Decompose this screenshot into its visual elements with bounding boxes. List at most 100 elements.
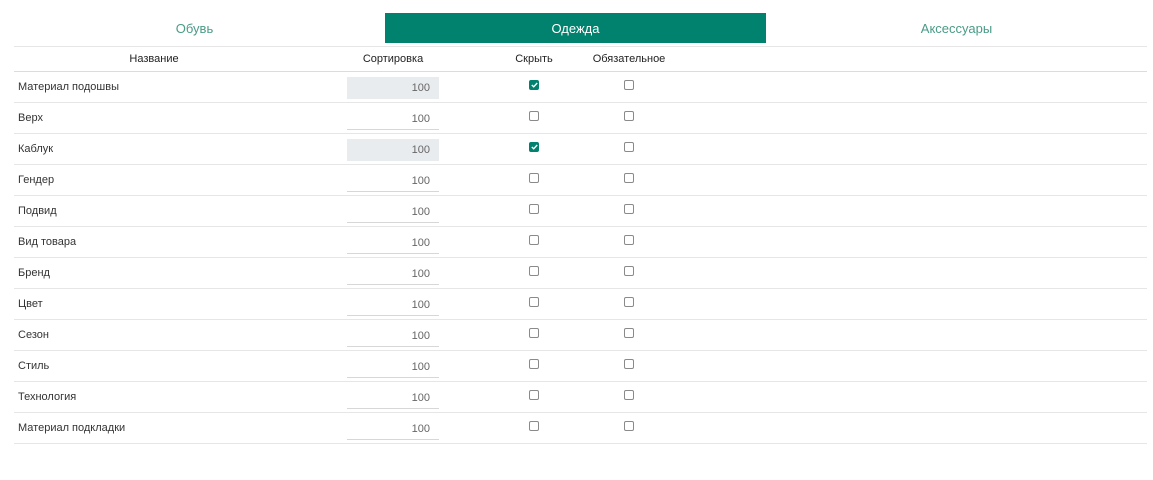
required-checkbox[interactable] — [624, 297, 634, 307]
attributes-table: Название Сортировка Скрыть Обязательное … — [14, 46, 1147, 444]
required-cell — [579, 382, 679, 412]
check-icon — [530, 82, 538, 88]
table-row: Гендер 100 — [14, 165, 1147, 196]
hide-checkbox[interactable] — [529, 204, 539, 214]
tab-accessories[interactable]: Аксессуары — [766, 13, 1147, 43]
attribute-name-cell: Верх — [14, 103, 294, 133]
table-row: Вид товара 100 — [14, 227, 1147, 258]
attribute-name: Материал подкладки — [18, 422, 126, 434]
attribute-name-cell: Подвид — [14, 196, 294, 226]
required-cell — [579, 103, 679, 133]
table-row: Сезон 100 — [14, 320, 1147, 351]
hide-checkbox[interactable] — [529, 173, 539, 183]
tab-clothing[interactable]: Одежда — [385, 13, 766, 43]
attribute-name: Вид товара — [18, 236, 77, 248]
tab-shoes[interactable]: Обувь — [4, 13, 385, 43]
sort-order-input[interactable]: 100 — [347, 201, 439, 223]
attribute-name-cell: Гендер — [14, 165, 294, 195]
attribute-name-cell: Стиль — [14, 351, 294, 381]
hide-cell — [514, 72, 554, 102]
sort-cell: 100 — [347, 165, 439, 195]
attribute-name: Каблук — [18, 143, 54, 155]
required-checkbox[interactable] — [624, 142, 634, 152]
required-checkbox[interactable] — [624, 111, 634, 121]
table-row: Бренд 100 — [14, 258, 1147, 289]
table-header: Название Сортировка Скрыть Обязательное — [14, 46, 1147, 72]
hide-cell — [514, 351, 554, 381]
sort-order-input[interactable]: 100 — [347, 325, 439, 347]
required-cell — [579, 134, 679, 164]
hide-cell — [514, 289, 554, 319]
sort-order-input[interactable]: 100 — [347, 232, 439, 254]
sort-order-input[interactable]: 100 — [347, 356, 439, 378]
hide-cell — [514, 258, 554, 288]
column-header-sort: Сортировка — [362, 53, 424, 65]
sort-cell: 100 — [347, 196, 439, 226]
hide-cell — [514, 196, 554, 226]
hide-cell — [514, 320, 554, 350]
category-tabs: Обувь Одежда Аксессуары — [4, 13, 1147, 43]
hide-checkbox[interactable] — [529, 297, 539, 307]
sort-order-input[interactable]: 100 — [347, 108, 439, 130]
required-checkbox[interactable] — [624, 80, 634, 90]
sort-order-input[interactable]: 100 — [347, 294, 439, 316]
hide-checkbox[interactable] — [529, 359, 539, 369]
hide-checkbox[interactable] — [529, 111, 539, 121]
hide-cell — [514, 165, 554, 195]
sort-cell: 100 — [347, 320, 439, 350]
sort-order-input[interactable]: 100 — [347, 387, 439, 409]
hide-cell — [514, 382, 554, 412]
hide-cell — [514, 103, 554, 133]
table-row: Верх 100 — [14, 103, 1147, 134]
hide-checkbox[interactable] — [529, 421, 539, 431]
sort-order-input[interactable]: 100 — [347, 77, 439, 99]
hide-checkbox[interactable] — [529, 266, 539, 276]
sort-cell: 100 — [347, 382, 439, 412]
sort-cell: 100 — [347, 103, 439, 133]
sort-order-input[interactable]: 100 — [347, 170, 439, 192]
required-checkbox[interactable] — [624, 421, 634, 431]
hide-checkbox[interactable] — [529, 328, 539, 338]
sort-order-input[interactable]: 100 — [347, 263, 439, 285]
attribute-name: Стиль — [18, 360, 50, 372]
hide-checkbox[interactable] — [529, 390, 539, 400]
sort-cell: 100 — [347, 134, 439, 164]
sort-cell: 100 — [347, 258, 439, 288]
table-row: Цвет 100 — [14, 289, 1147, 320]
table-row: Стиль 100 — [14, 351, 1147, 382]
hide-cell — [514, 227, 554, 257]
hide-cell — [514, 413, 554, 443]
sort-cell: 100 — [347, 227, 439, 257]
hide-checkbox[interactable] — [529, 80, 539, 90]
required-cell — [579, 72, 679, 102]
required-checkbox[interactable] — [624, 390, 634, 400]
required-checkbox[interactable] — [624, 204, 634, 214]
hide-checkbox[interactable] — [529, 235, 539, 245]
attribute-name-cell: Сезон — [14, 320, 294, 350]
required-checkbox[interactable] — [624, 235, 634, 245]
attribute-name-cell: Каблук — [14, 134, 294, 164]
attribute-name: Материал подошвы — [18, 81, 119, 93]
required-cell — [579, 289, 679, 319]
attribute-name: Цвет — [18, 298, 43, 310]
required-cell — [579, 351, 679, 381]
required-cell — [579, 165, 679, 195]
required-checkbox[interactable] — [624, 173, 634, 183]
required-checkbox[interactable] — [624, 359, 634, 369]
column-header-required: Обязательное — [592, 53, 666, 65]
attribute-name-cell: Цвет — [14, 289, 294, 319]
attribute-name: Сезон — [18, 329, 49, 341]
attribute-name: Верх — [18, 112, 43, 124]
attribute-name: Бренд — [18, 267, 50, 279]
required-checkbox[interactable] — [624, 328, 634, 338]
sort-order-input[interactable]: 100 — [347, 139, 439, 161]
sort-order-input[interactable]: 100 — [347, 418, 439, 440]
sort-cell: 100 — [347, 72, 439, 102]
required-checkbox[interactable] — [624, 266, 634, 276]
table-row: Каблук 100 — [14, 134, 1147, 165]
attribute-name-cell: Материал подкладки — [14, 413, 294, 443]
attribute-name-cell: Бренд — [14, 258, 294, 288]
hide-checkbox[interactable] — [529, 142, 539, 152]
attributes-settings-panel: Обувь Одежда Аксессуары Название Сортиро… — [0, 0, 1153, 480]
table-row: Материал подошвы 100 — [14, 72, 1147, 103]
